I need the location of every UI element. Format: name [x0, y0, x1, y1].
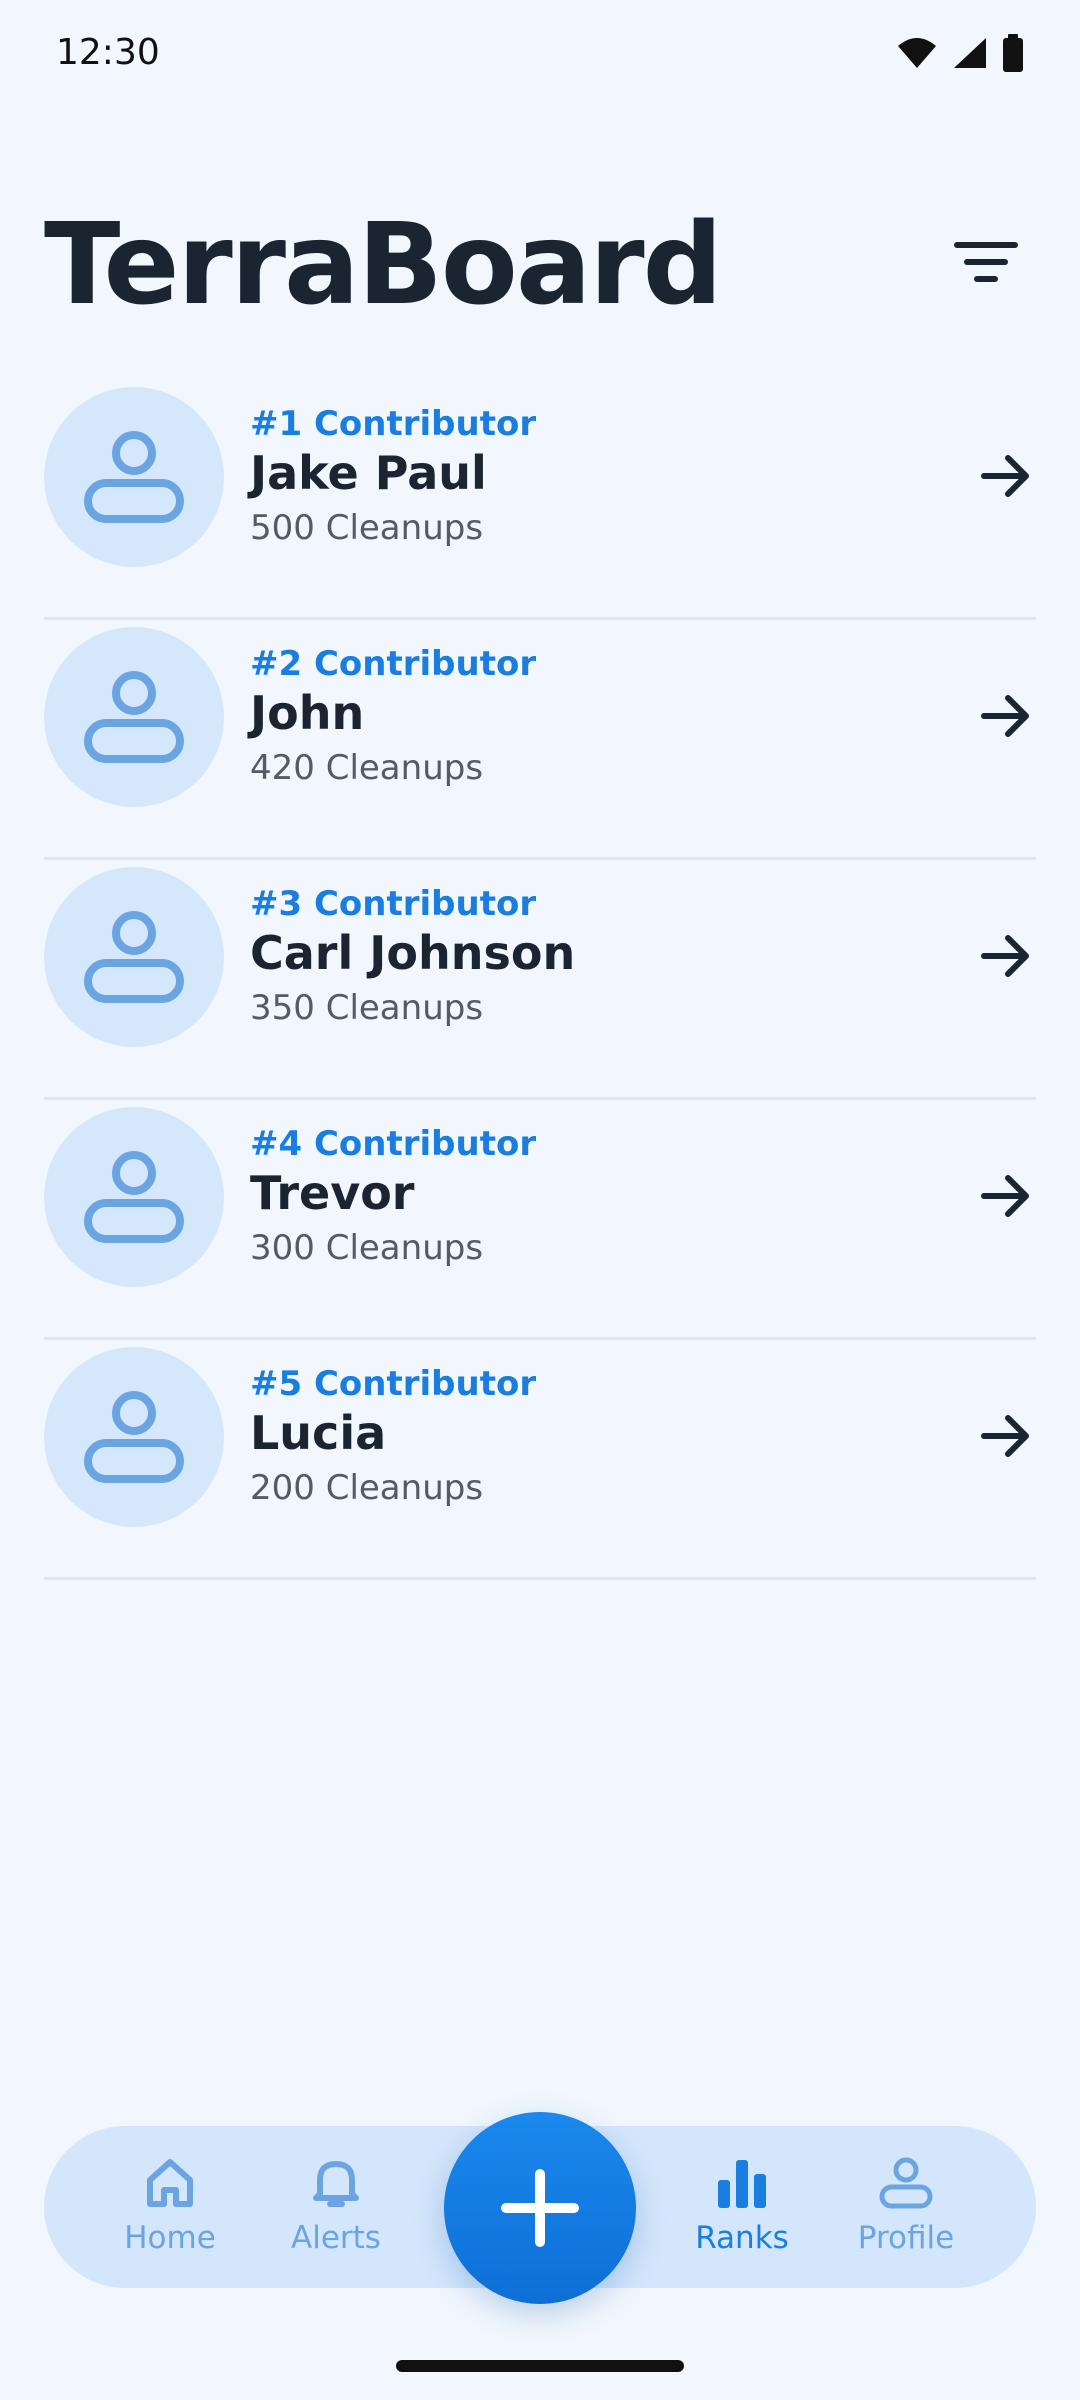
wifi-icon: [898, 38, 936, 68]
nav-item-ranks[interactable]: Ranks: [672, 2156, 812, 2256]
nav-label: Home: [124, 2220, 216, 2256]
contributor-rank: #2 Contributor: [250, 644, 537, 684]
person-icon: [879, 2157, 933, 2209]
nav-item-alerts[interactable]: Alerts: [266, 2156, 406, 2256]
person-icon: [84, 1391, 184, 1483]
nav-label: Profile: [857, 2220, 955, 2256]
nav-label: Ranks: [695, 2220, 789, 2256]
arrow-right-icon[interactable]: [980, 932, 1032, 980]
arrow-right-icon[interactable]: [980, 1172, 1032, 1220]
status-time: 12:30: [56, 32, 160, 73]
arrow-right-icon[interactable]: [980, 692, 1032, 740]
cell-signal-icon: [954, 38, 986, 68]
plus-icon: [501, 2169, 579, 2247]
person-icon: [84, 671, 184, 763]
filter-button[interactable]: [950, 236, 1022, 288]
person-icon: [84, 1151, 184, 1243]
contributor-rank: #1 Contributor: [250, 404, 537, 444]
contributor-row[interactable]: #2 Contributor John 420 Cleanups: [44, 620, 1036, 860]
battery-icon: [1003, 34, 1023, 72]
contributor-list: #1 Contributor Jake Paul 500 Cleanups #2…: [44, 380, 1036, 1580]
bar-chart-icon: [718, 2160, 766, 2208]
add-cleanup-button[interactable]: [444, 2112, 636, 2304]
contributor-row[interactable]: #5 Contributor Lucia 200 Cleanups: [44, 1340, 1036, 1580]
status-icons: [896, 34, 1024, 72]
contributor-cleanups: 300 Cleanups: [250, 1228, 484, 1268]
page-title: TerraBoard: [44, 200, 723, 330]
nav-item-home[interactable]: Home: [100, 2156, 240, 2256]
contributor-name: Jake Paul: [250, 446, 487, 500]
nav-item-profile[interactable]: Profile: [836, 2156, 976, 2256]
bell-icon: [313, 2161, 359, 2207]
contributor-name: John: [250, 686, 365, 740]
contributor-cleanups: 420 Cleanups: [250, 748, 484, 788]
avatar: [44, 627, 224, 807]
person-icon: [84, 431, 184, 523]
contributor-cleanups: 200 Cleanups: [250, 1468, 484, 1508]
avatar: [44, 867, 224, 1047]
filter-icon: [954, 242, 1018, 282]
contributor-row[interactable]: #1 Contributor Jake Paul 500 Cleanups: [44, 380, 1036, 620]
person-icon: [84, 911, 184, 1003]
contributor-name: Trevor: [250, 1166, 415, 1220]
avatar: [44, 387, 224, 567]
contributor-name: Carl Johnson: [250, 926, 576, 980]
arrow-right-icon[interactable]: [980, 452, 1032, 500]
contributor-row[interactable]: #4 Contributor Trevor 300 Cleanups: [44, 1100, 1036, 1340]
avatar: [44, 1347, 224, 1527]
nav-label: Alerts: [291, 2220, 381, 2256]
home-indicator[interactable]: [396, 2360, 684, 2372]
contributor-rank: #3 Contributor: [250, 884, 537, 924]
arrow-right-icon[interactable]: [980, 1412, 1032, 1460]
home-icon: [147, 2159, 193, 2207]
contributor-cleanups: 500 Cleanups: [250, 508, 484, 548]
contributor-row[interactable]: #3 Contributor Carl Johnson 350 Cleanups: [44, 860, 1036, 1100]
status-bar: 12:30: [0, 0, 1080, 110]
contributor-cleanups: 350 Cleanups: [250, 988, 484, 1028]
contributor-name: Lucia: [250, 1406, 387, 1460]
contributor-rank: #4 Contributor: [250, 1124, 537, 1164]
contributor-rank: #5 Contributor: [250, 1364, 537, 1404]
avatar: [44, 1107, 224, 1287]
